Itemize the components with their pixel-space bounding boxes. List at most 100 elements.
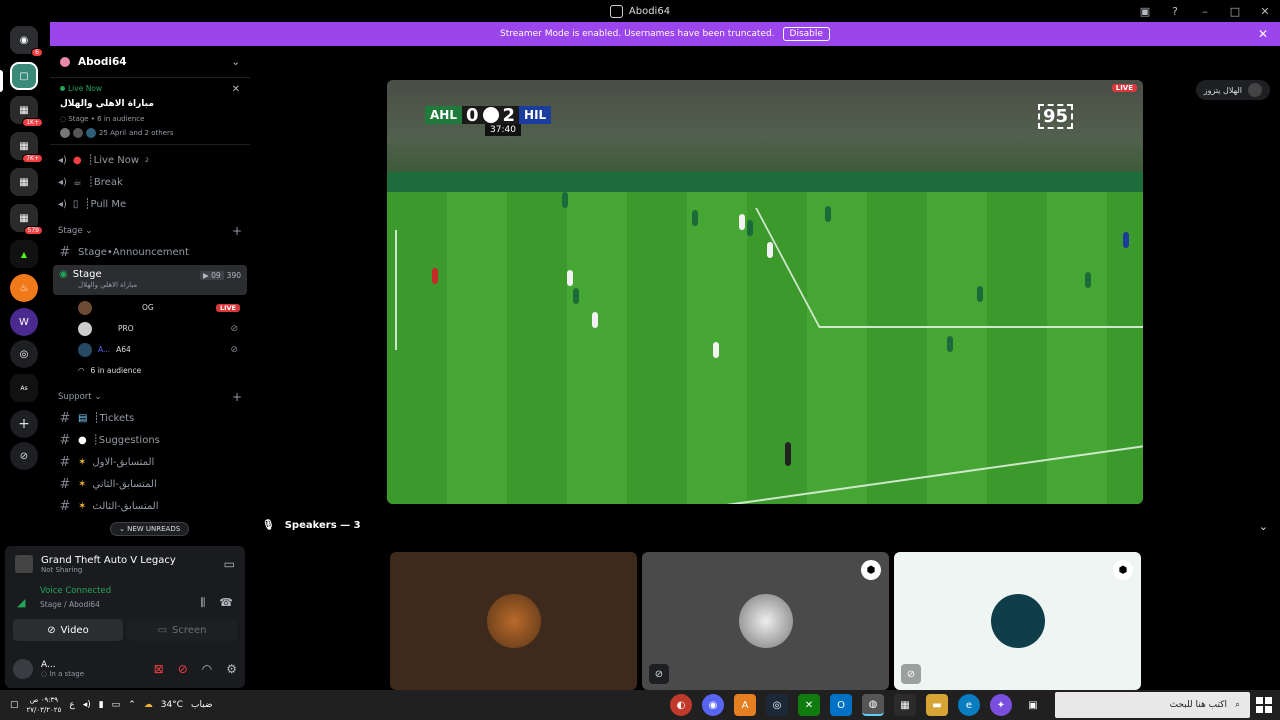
channel-suggestions[interactable]: # ● ┊Suggestions — [50, 429, 250, 451]
copilot-icon[interactable]: ✦ — [990, 694, 1012, 716]
channel-break[interactable]: ◂) ☕ ┊Break — [50, 171, 250, 193]
server-folder-4[interactable]: ▦ 579 — [10, 204, 43, 235]
server-wf[interactable]: W — [10, 308, 38, 336]
server-circle[interactable]: ◎ — [10, 340, 38, 368]
category-support[interactable]: Support ⌄ + — [50, 387, 250, 407]
screen-button[interactable]: ▭ Screen — [127, 619, 237, 641]
edge-icon[interactable]: e — [958, 694, 980, 716]
close-icon[interactable]: ✕ — [232, 84, 240, 95]
game-status: Not Sharing — [41, 565, 83, 574]
chrome-icon[interactable]: ◍ — [862, 694, 884, 716]
speaker-name-pill[interactable]: الهلال يتزوز — [1195, 80, 1270, 100]
soundboard-icon[interactable]: ⫼ — [200, 596, 205, 610]
chevron-up-icon[interactable]: ⌃ — [128, 700, 136, 710]
task-view-icon[interactable]: ▣ — [1022, 694, 1044, 716]
server-abodi64[interactable]: ▢ — [10, 62, 38, 90]
folder-icon: As — [20, 384, 28, 392]
discover-button[interactable]: ⊘ — [10, 442, 38, 470]
xbox-icon[interactable]: ✕ — [798, 694, 820, 716]
clock[interactable]: ٠٩:٣٩ ص ٢٧/٠٣/٢٠٢٥ — [27, 695, 62, 715]
stage-member[interactable]: OG LIVE — [50, 297, 250, 318]
app-icon[interactable]: ◐ — [670, 694, 692, 716]
server-badge-1: 1K+ — [22, 118, 43, 127]
server-folder-1[interactable]: ▦ 1K+ — [10, 96, 43, 127]
speakers-header[interactable]: 🎙 Speakers — 3 — [262, 520, 361, 531]
app-icon[interactable]: A — [734, 694, 756, 716]
speaker-tile-3[interactable]: ⬢ ⊘ — [894, 552, 1141, 690]
headphones-icon[interactable]: ◠ — [202, 662, 212, 676]
taskbar-search[interactable]: اكتب هنا للبحث ⌕ — [1055, 692, 1250, 718]
party-icon: ✶ — [78, 478, 87, 490]
live-event-attendees: 25 April and 2 others — [60, 128, 240, 138]
stream-video[interactable]: AHL 0 2 HIL 37:40 95 LIVE — [387, 80, 1143, 504]
discord-icon: ◉ — [19, 34, 29, 46]
chevron-down-icon[interactable]: ⌄ — [1259, 520, 1268, 533]
close-button[interactable]: ✕ — [1258, 5, 1272, 18]
temperature[interactable]: 34°C — [161, 700, 183, 710]
help-icon[interactable]: ? — [1168, 5, 1182, 18]
server-fire[interactable]: ♨ — [10, 274, 38, 302]
battery-icon[interactable]: ▭ — [112, 700, 121, 710]
wf-logo-icon: W — [19, 316, 29, 328]
language-indicator[interactable]: ع — [69, 700, 74, 710]
channel-sidebar: Abodi64 ⌄ Live Now ✕ مباراة الاهلي والهل… — [50, 46, 250, 546]
server-folder-2[interactable]: ▦ 7K+ — [10, 132, 43, 163]
maximize-button[interactable]: □ — [1228, 5, 1242, 18]
channel-tickets[interactable]: # ▤ ┊Tickets — [50, 407, 250, 429]
camera-off-icon[interactable]: ⊠ — [154, 662, 164, 676]
mic-icon[interactable]: ▮ — [99, 700, 104, 710]
volume-icon[interactable]: ◂) — [83, 700, 91, 710]
avatar — [73, 128, 83, 138]
live-badge: LIVE — [215, 303, 240, 312]
stage-member[interactable]: PRO ⊘ — [50, 318, 250, 339]
home-button[interactable]: ◉ 6 — [10, 26, 43, 57]
stage-member[interactable]: A... A64 ⊘ — [50, 339, 250, 360]
banner-close-icon[interactable]: ✕ — [1258, 27, 1268, 41]
speaker-tile-1[interactable] — [390, 552, 637, 690]
gear-icon[interactable]: ⚙ — [226, 662, 237, 676]
minimize-button[interactable]: – — [1198, 5, 1212, 18]
player — [562, 192, 568, 208]
search-placeholder: اكتب هنا للبحث — [1169, 700, 1227, 710]
category-stage[interactable]: Stage ⌄ + — [50, 221, 250, 241]
member-tag: PRO — [118, 324, 134, 333]
inbox-icon[interactable]: ▣ — [1138, 5, 1152, 18]
mic-muted-icon[interactable]: ⊘ — [178, 662, 188, 676]
red-dot-icon: ● — [72, 154, 82, 166]
server-name: Abodi64 — [78, 55, 127, 68]
discord-icon[interactable]: ◉ — [702, 694, 724, 716]
avatar[interactable] — [13, 659, 33, 679]
speaker-tile-2[interactable]: ⬢ ⊘ — [642, 552, 889, 690]
channel-stage[interactable]: ◉ Stage مباراة الاهلي والهلال ▶ 09 390 — [53, 265, 247, 295]
server-header[interactable]: Abodi64 ⌄ — [50, 46, 250, 78]
notification-icon[interactable]: ▢ — [10, 700, 19, 710]
steam-icon[interactable]: ◎ — [766, 694, 788, 716]
weather-text[interactable]: ضباب — [191, 700, 213, 710]
server-kick[interactable]: ▲ — [10, 240, 38, 268]
party-icon: ✶ — [78, 456, 87, 468]
channel-announcement[interactable]: # Stage•Announcement — [50, 241, 250, 263]
server-folder-3[interactable]: ▦ — [10, 168, 38, 196]
file-explorer-icon[interactable]: ▬ — [926, 694, 948, 716]
outlook-icon[interactable]: O — [830, 694, 852, 716]
new-unreads-pill[interactable]: ⌄ NEW UNREADS — [110, 522, 190, 536]
voice-status[interactable]: Voice Connected — [40, 586, 235, 596]
add-channel-icon[interactable]: + — [232, 224, 242, 238]
share-screen-icon[interactable]: ▭ — [224, 557, 235, 571]
disconnect-icon[interactable]: ☎ — [219, 596, 233, 610]
audience-count[interactable]: ◠ 6 in audience — [50, 360, 250, 381]
disable-button[interactable]: Disable — [782, 27, 830, 41]
server-badge-3: 579 — [23, 226, 43, 235]
store-icon[interactable]: ▦ — [894, 694, 916, 716]
add-channel-icon[interactable]: + — [232, 390, 242, 404]
channel-contestant-1[interactable]: # ✶ المتسابق-الاول — [50, 451, 250, 473]
start-button[interactable] — [1256, 697, 1272, 713]
server-folder-5[interactable]: As — [10, 374, 38, 402]
live-now-card[interactable]: Live Now ✕ مباراة الاهلي والهلال ◌ Stage… — [50, 78, 250, 145]
channel-pull-me[interactable]: ◂) ▯ ┊Pull Me — [50, 193, 250, 215]
channel-contestant-2[interactable]: # ✶ المتسابق-الثاني — [50, 473, 250, 495]
channel-live-now[interactable]: ◂) ● ┊Live Now 2 — [50, 149, 250, 171]
video-button[interactable]: ⊘ Video — [13, 619, 123, 641]
add-server-button[interactable]: + — [10, 410, 38, 438]
channel-contestant-3[interactable]: # ✶ المتسابق-الثالث — [50, 495, 250, 517]
